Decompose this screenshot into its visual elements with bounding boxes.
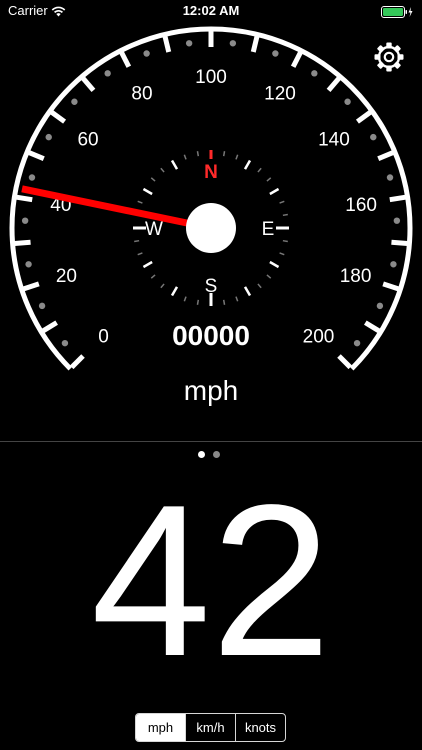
minor-tick (390, 261, 397, 268)
compass-tick (243, 286, 252, 297)
compass-tick (257, 167, 262, 173)
compass-tick (170, 286, 179, 297)
compass-tick (142, 187, 153, 196)
minor-tick (370, 133, 377, 141)
compass-tick (137, 200, 143, 204)
compass-tick (266, 274, 272, 279)
scale-label: 160 (345, 195, 377, 216)
major-tick (81, 76, 96, 92)
minor-tick (143, 50, 150, 57)
minor-tick (311, 70, 318, 77)
compass-tick (269, 260, 280, 269)
minor-tick (25, 261, 32, 268)
minor-tick (38, 302, 46, 310)
compass-south-label: S (205, 276, 218, 297)
unit-option-mph[interactable]: mph (136, 714, 185, 741)
minor-tick (185, 40, 193, 47)
compass-tick (196, 151, 200, 157)
major-tick (22, 281, 40, 292)
scale-label: 140 (318, 130, 350, 151)
compass-tick (222, 299, 226, 305)
scale-label: 120 (264, 84, 296, 105)
compass-tick (235, 296, 239, 302)
compass-tick (196, 299, 200, 305)
page-dot-1[interactable] (198, 451, 205, 458)
compass-tick (266, 177, 272, 182)
major-tick (162, 35, 172, 53)
unit-option-knots[interactable]: knots (235, 714, 285, 741)
scale-label: 60 (77, 130, 98, 151)
major-tick (377, 150, 394, 162)
compass-tick (257, 283, 262, 289)
minor-tick (344, 98, 351, 105)
divider (0, 441, 422, 442)
compass-tick (222, 151, 226, 157)
odometer: 00000 (172, 320, 250, 351)
major-tick (69, 354, 85, 370)
compass-north-label: N (204, 162, 218, 183)
compass-tick (137, 252, 143, 256)
compass-tick (243, 159, 252, 170)
scale-label: 180 (340, 266, 372, 287)
page-indicator[interactable] (198, 451, 220, 458)
compass-east-label: E (262, 219, 275, 240)
major-tick (28, 150, 45, 162)
compass-tick (134, 239, 140, 243)
major-tick (355, 110, 372, 124)
compass-tick (150, 274, 156, 279)
major-tick (290, 51, 303, 68)
scale-label: 80 (131, 84, 152, 105)
major-tick (50, 110, 67, 124)
compass-tick (235, 154, 239, 160)
minor-tick (104, 70, 111, 77)
minor-tick (28, 174, 36, 181)
minor-tick (272, 50, 279, 57)
compass-tick (160, 167, 165, 173)
scale-label: 100 (195, 67, 227, 88)
needle-hub (186, 203, 236, 253)
minor-tick (71, 98, 78, 105)
major-tick (14, 239, 31, 246)
speedometer-gauge: 020406080100120140160180200 NESW (9, 26, 413, 371)
major-tick (250, 35, 260, 53)
minor-tick (21, 217, 29, 224)
compass-west-label: W (145, 219, 163, 240)
compass-tick (183, 296, 187, 302)
unit-label: mph (183, 375, 239, 406)
minor-tick (393, 217, 401, 224)
compass-tick (282, 239, 288, 243)
major-tick (16, 194, 33, 203)
compass-tick (279, 252, 285, 256)
compass-tick (282, 213, 288, 217)
major-tick (326, 76, 341, 92)
minor-tick (386, 174, 394, 181)
compass-tick (160, 283, 165, 289)
major-tick (119, 51, 132, 68)
unit-option-kmh[interactable]: km/h (185, 714, 235, 741)
minor-tick (376, 302, 384, 310)
compass-tick (150, 177, 156, 182)
page-dot-2[interactable] (213, 451, 220, 458)
major-tick (382, 281, 400, 292)
speed-readout: 42 (90, 459, 332, 701)
major-tick (391, 239, 408, 246)
compass-tick (142, 260, 153, 269)
minor-tick (45, 133, 52, 141)
scale-label: 20 (56, 266, 77, 287)
compass-tick (269, 187, 280, 196)
major-tick (389, 194, 406, 203)
major-tick (337, 354, 353, 370)
minor-tick (229, 40, 237, 47)
compass-tick (183, 154, 187, 160)
compass-tick (170, 159, 179, 170)
compass-tick (279, 200, 285, 204)
unit-selector[interactable]: mph km/h knots (135, 713, 286, 742)
